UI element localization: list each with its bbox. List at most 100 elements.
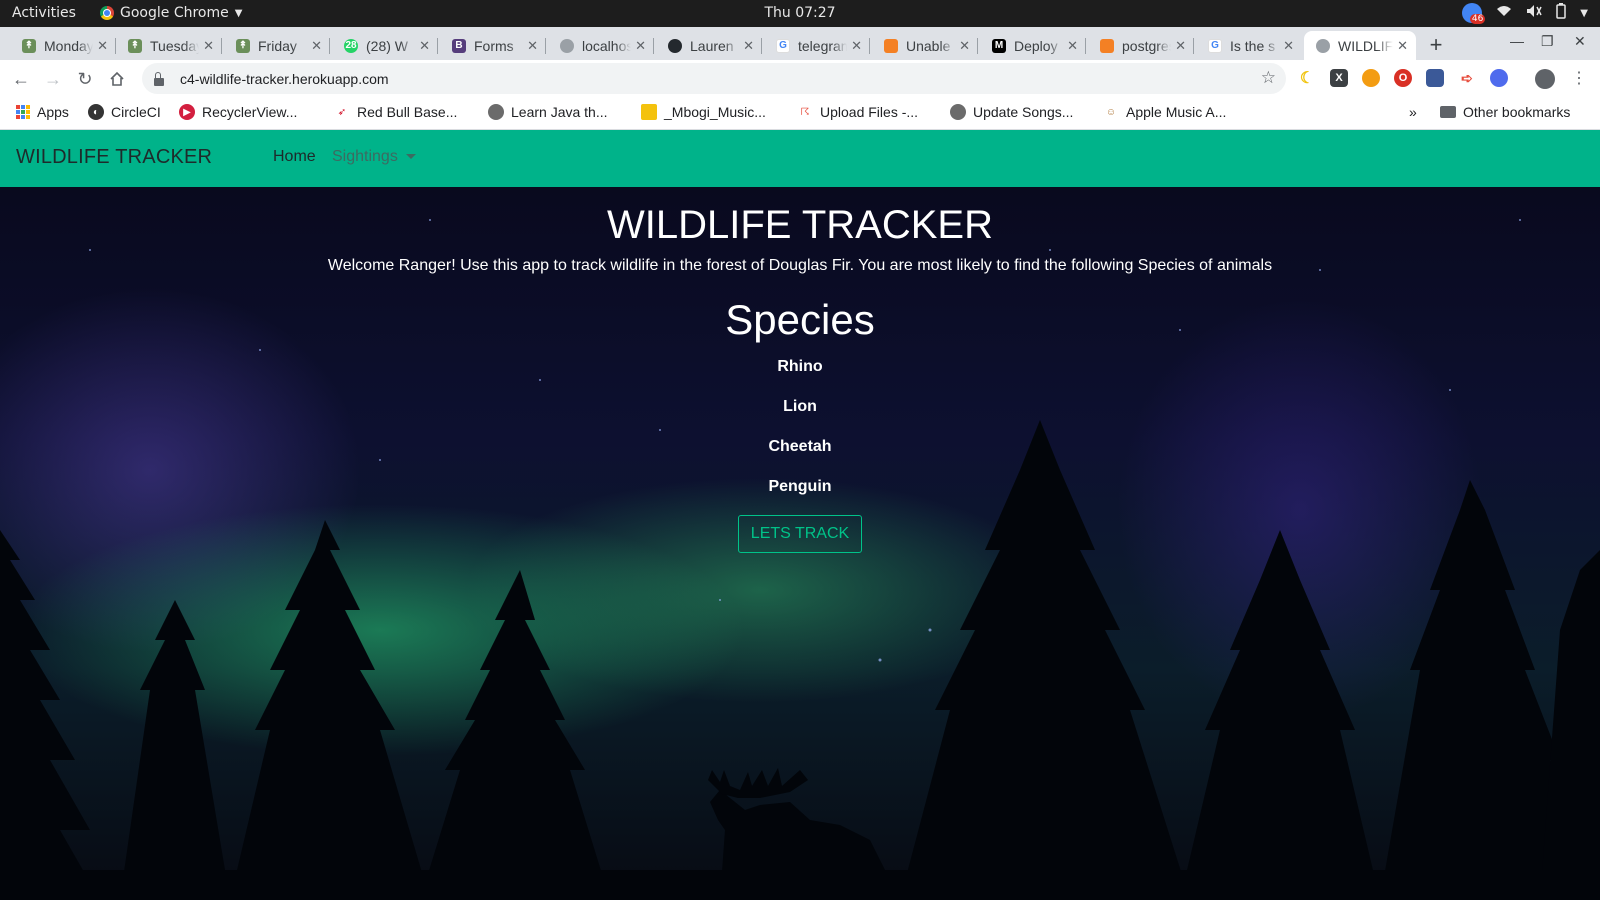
page-title: WILDLIFE TRACKER: [607, 203, 993, 247]
nav-sightings-dropdown[interactable]: Sightings: [332, 148, 416, 166]
close-icon[interactable]: ✕: [1397, 38, 1408, 54]
tab-forms[interactable]: B Forms ✕: [440, 31, 546, 60]
bookmark-mbogi-music[interactable]: _Mbogi_Music...: [641, 104, 766, 120]
bookmarks-bar: Apps ◐ CircleCI ▶ RecyclerView... ➶ Red …: [0, 97, 1600, 130]
tab-tuesday[interactable]: ↟ Tuesday ✕: [116, 31, 222, 60]
folder-icon: [1440, 106, 1456, 118]
tab-title: Lauren: [690, 37, 734, 54]
tab-wildlife-active[interactable]: WILDLIFE ✕: [1304, 31, 1416, 60]
bookmark-label: _Mbogi_Music...: [664, 104, 766, 120]
close-icon[interactable]: ✕: [527, 38, 538, 54]
bookmark-label: Upload Files -...: [820, 104, 919, 120]
close-icon[interactable]: ✕: [97, 38, 108, 54]
tab-localhost[interactable]: localhost ✕: [548, 31, 654, 60]
minimize-button[interactable]: —: [1510, 33, 1524, 49]
tab-stackoverflow-postgres[interactable]: postgres ✕: [1088, 31, 1194, 60]
bookmark-update-songs[interactable]: Update Songs...: [950, 104, 1073, 120]
battery-icon[interactable]: [1556, 3, 1567, 23]
stackoverflow-icon: [1100, 38, 1114, 53]
tree-favicon-icon: ↟: [236, 38, 250, 53]
bookmark-label: Apple Music A...: [1126, 104, 1227, 120]
close-icon[interactable]: ✕: [203, 38, 214, 54]
circleci-icon: ◐: [88, 104, 104, 120]
new-tab-button[interactable]: +: [1424, 32, 1448, 57]
opera-extension-icon[interactable]: O: [1394, 69, 1412, 87]
more-menu-icon[interactable]: ⋮: [1571, 68, 1587, 88]
tab-title: postgres: [1122, 37, 1172, 54]
night-mode-extension-icon[interactable]: ☾: [1298, 69, 1316, 87]
close-icon[interactable]: ✕: [743, 38, 754, 54]
url-text[interactable]: c4-wildlife-tracker.herokuapp.com: [180, 71, 389, 87]
apps-grid-icon: [16, 105, 30, 119]
bootstrap-icon: B: [452, 38, 466, 53]
restore-button[interactable]: ❐: [1541, 33, 1554, 50]
nav-home-link[interactable]: Home: [273, 148, 316, 166]
extension-icon[interactable]: [1362, 69, 1380, 87]
forward-arrow-icon[interactable]: →: [41, 67, 65, 91]
bookmark-star-icon[interactable]: ☆: [1261, 68, 1276, 88]
close-icon[interactable]: ✕: [419, 38, 430, 54]
tab-title: WILDLIFE: [1338, 37, 1394, 54]
close-icon[interactable]: ✕: [1175, 38, 1186, 54]
profile-avatar[interactable]: [1535, 69, 1555, 89]
google-icon: G: [776, 38, 790, 53]
tab-google-search[interactable]: G Is the s ✕: [1196, 31, 1302, 60]
tab-stackoverflow-unable[interactable]: Unable ✕: [872, 31, 978, 60]
tab-google-telegram[interactable]: G telegram ✕: [764, 31, 870, 60]
bookmark-recyclerview[interactable]: ▶ RecyclerView...: [179, 104, 297, 120]
arrow-extension-icon[interactable]: ➪: [1458, 69, 1476, 87]
bookmark-label: CircleCI: [111, 104, 161, 120]
x-extension-icon[interactable]: X: [1330, 69, 1348, 87]
tab-medium-deploy[interactable]: M Deploy ✕: [980, 31, 1086, 60]
site-brand[interactable]: WILDLIFE TRACKER: [16, 146, 212, 169]
bookmark-apps[interactable]: Apps: [16, 104, 69, 120]
tab-whatsapp[interactable]: 28 (28) W ✕: [332, 31, 438, 60]
activities-button[interactable]: Activities: [12, 5, 76, 21]
bookmark-learn-java[interactable]: Learn Java th...: [488, 104, 608, 120]
tab-title: Deploy: [1014, 37, 1058, 54]
extension-icon[interactable]: [1490, 69, 1508, 87]
notification-count: 46: [1469, 14, 1486, 24]
species-item: Penguin: [768, 478, 832, 495]
app-menu[interactable]: Google Chrome ▼: [100, 5, 242, 21]
bookmark-apple-music[interactable]: ☺ Apple Music A...: [1103, 104, 1226, 120]
youtube-icon: ▶: [179, 104, 195, 120]
home-icon[interactable]: [105, 67, 129, 91]
tab-friday[interactable]: ↟ Friday ✕: [224, 31, 330, 60]
chrome-icon: [100, 6, 114, 20]
bookmark-circleci[interactable]: ◐ CircleCI: [88, 104, 161, 120]
web-page: WILDLIFE TRACKER Home Sightings WILDLIFE…: [0, 130, 1600, 900]
system-tray[interactable]: 46 ▼: [1462, 3, 1588, 24]
app-menu-label: Google Chrome: [120, 5, 229, 21]
close-window-button[interactable]: ✕: [1574, 33, 1586, 50]
volume-icon[interactable]: [1526, 4, 1542, 22]
bookmark-red-bull[interactable]: ➶ Red Bull Base...: [334, 104, 457, 120]
close-icon[interactable]: ✕: [311, 38, 322, 54]
bookmarks-overflow-chevron[interactable]: »: [1409, 104, 1417, 120]
wifi-icon[interactable]: [1496, 5, 1512, 21]
close-icon[interactable]: ✕: [1067, 38, 1078, 54]
tab-monday[interactable]: ↟ Monday ✕: [10, 31, 116, 60]
tab-github[interactable]: Lauren ✕: [656, 31, 762, 60]
lock-icon[interactable]: [154, 71, 164, 86]
close-icon[interactable]: ✕: [851, 38, 862, 54]
globe-icon: [488, 104, 504, 120]
back-arrow-icon[interactable]: ←: [9, 67, 33, 91]
tab-title: Forms: [474, 37, 514, 54]
other-bookmarks-folder[interactable]: Other bookmarks: [1440, 104, 1570, 120]
stackoverflow-icon: [884, 38, 898, 53]
close-icon[interactable]: ✕: [959, 38, 970, 54]
globe-icon: [950, 104, 966, 120]
power-menu-chevron-icon[interactable]: ▼: [1580, 8, 1588, 19]
bookmark-upload-files[interactable]: ☈ Upload Files -...: [797, 104, 918, 120]
lets-track-button[interactable]: LETS TRACK: [738, 515, 862, 553]
extension-icon[interactable]: [1426, 69, 1444, 87]
close-icon[interactable]: ✕: [1283, 38, 1294, 54]
address-bar[interactable]: c4-wildlife-tracker.herokuapp.com ☆: [142, 63, 1286, 94]
medium-icon: M: [992, 38, 1006, 53]
os-top-bar: Activities Google Chrome ▼ Thu 07:27 46 …: [0, 0, 1600, 27]
notification-badge[interactable]: 46: [1462, 3, 1486, 24]
reload-icon[interactable]: ↻: [73, 67, 97, 91]
species-item: Lion: [783, 398, 817, 415]
close-icon[interactable]: ✕: [635, 38, 646, 54]
